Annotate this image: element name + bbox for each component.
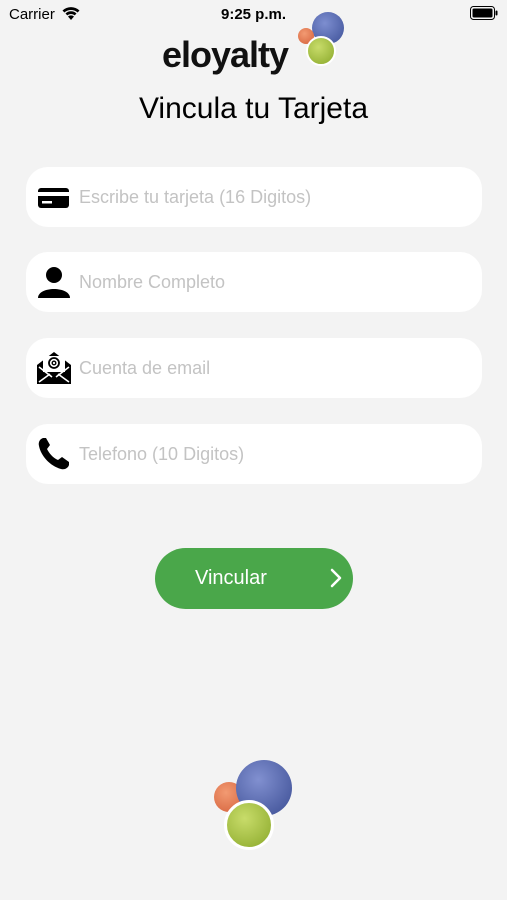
phone-input[interactable] [79, 424, 469, 484]
person-icon [38, 267, 70, 298]
brand-logo: eloyalty [160, 6, 350, 76]
credit-card-icon [38, 188, 69, 208]
page-title: Vincula tu Tarjeta [138, 92, 369, 125]
logo-text: eloyalty [162, 34, 289, 75]
full-name-input[interactable] [79, 252, 469, 312]
full-name-field [26, 252, 482, 312]
email-input[interactable] [79, 338, 469, 398]
mark-dot-green [224, 800, 274, 850]
chevron-right-icon [330, 568, 342, 588]
logo-dot-green [306, 36, 336, 66]
brand-mark [212, 758, 297, 853]
vincular-button[interactable]: Vincular [155, 548, 353, 609]
card-number-field [26, 167, 482, 227]
email-icon [37, 352, 71, 384]
card-number-input[interactable] [79, 167, 469, 227]
phone-field [26, 424, 482, 484]
battery-icon [470, 6, 498, 20]
vincular-button-label: Vincular [195, 567, 267, 589]
phone-icon [38, 438, 69, 470]
email-field [26, 338, 482, 398]
